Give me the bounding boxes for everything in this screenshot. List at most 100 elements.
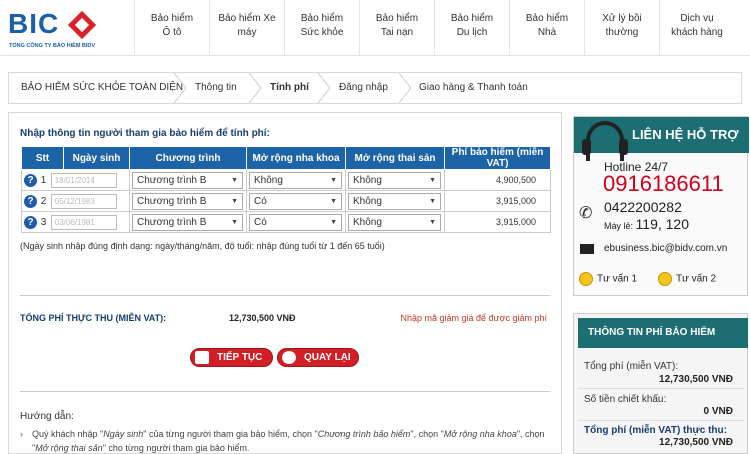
program-select[interactable]: Chương trình B ▼ (132, 192, 243, 210)
guide-part: " của từng người tham gia bảo hiểm, chọn… (143, 429, 318, 439)
table-row: ? 2 05/12/1983 Chương trình B ▼ Có ▼ Không ▼… (21, 190, 551, 212)
program-select-value: Chương trình B (137, 216, 207, 228)
dob-input[interactable]: 18/01/2014 (50, 172, 117, 188)
dental-cell: Có ▼ (246, 190, 346, 212)
dental-cell: Có ▼ (246, 211, 346, 233)
table-row: ? 3 03/06/1981 Chương trình B ▼ Có ▼ Không ▼… (21, 211, 551, 233)
program-select[interactable]: Chương trình B ▼ (132, 213, 243, 231)
nav-label: Bảo hiểm (450, 13, 494, 24)
discount-code-link[interactable]: Nhập mã giảm giá để được giảm phí (400, 313, 547, 323)
nav-label: máy (237, 27, 257, 38)
mail-icon (580, 244, 594, 254)
phone-number[interactable]: 0422200282 (604, 199, 682, 215)
main-nav: Bảo hiểm Ô tô Bảo hiểm Xe máy Bảo hiểm Sức … (134, 0, 734, 56)
guide-emphasis: Mở rộng thai sản (35, 443, 103, 453)
fee-info-title: THÔNG TIN PHÍ BẢO HIỂM (578, 318, 748, 348)
advisor-2-link[interactable]: Tư vấn 2 (658, 272, 716, 286)
dental-select[interactable]: Không ▼ (249, 171, 342, 189)
divider (578, 420, 744, 421)
maternity-cell: Không ▼ (345, 211, 445, 233)
maternity-cell: Không ▼ (345, 190, 445, 212)
nav-label: Du lịch (456, 27, 488, 38)
guide-part: Quý khách nhập " (32, 429, 104, 439)
nav-label: thường (605, 27, 639, 38)
nav-item-motorbike[interactable]: Bảo hiểm Xe máy (209, 0, 284, 56)
program-select[interactable]: Chương trình B ▼ (132, 171, 243, 189)
fee-total-label: Tổng phí (miễn VAT): (584, 361, 679, 372)
chevron-down-icon: ▼ (429, 176, 436, 184)
breadcrumb-separator-icon (398, 73, 412, 103)
help-icon[interactable]: ? (24, 215, 37, 229)
guide-emphasis: Mở rộng nha khoa (443, 429, 517, 439)
continue-button[interactable]: TIẾP TỤC (190, 348, 273, 367)
guide-text: › Quý khách nhập "Ngày sinh" của từng ng… (20, 427, 545, 454)
discount-amount-label: Số tiền chiết khấu: (584, 394, 667, 405)
dental-select[interactable]: Có ▼ (249, 192, 342, 210)
col-header-maternity: Mở rộng thai sản (345, 146, 445, 170)
support-email[interactable]: ebusiness.bic@bidv.com.vn (604, 243, 727, 254)
smiley-icon (579, 272, 593, 286)
dob-format-note: (Ngày sinh nhập đúng định dạng: ngày/thá… (20, 241, 385, 251)
support-panel: LIÊN HỆ HỖ TRỢ Hotline 24/7 0916186611 ✆… (573, 116, 749, 296)
maternity-select-value: Không (353, 216, 382, 228)
table-header-row: Stt Ngày sinh Chương trình Mở rộng nha k… (21, 146, 551, 170)
chevron-down-icon: ▼ (429, 197, 436, 205)
total-fee-value: 12,730,500 VNĐ (229, 313, 296, 323)
row-number: 1 (40, 174, 47, 186)
nav-item-home[interactable]: Bảo hiểm Nhà (509, 0, 584, 56)
maternity-select[interactable]: Không ▼ (348, 192, 441, 210)
dob-input[interactable]: 05/12/1983 (50, 193, 117, 209)
chevron-down-icon: ▼ (429, 218, 436, 226)
headset-icon (582, 121, 628, 161)
breadcrumb-step-calculate[interactable]: Tính phí (270, 73, 309, 103)
nav-label: khách hàng (671, 27, 723, 38)
nav-item-accident[interactable]: Bảo hiểm Tai nạn (359, 0, 434, 56)
divider (578, 388, 744, 389)
advisor-2-label: Tư vấn 2 (676, 273, 717, 285)
maternity-select-value: Không (353, 195, 382, 207)
breadcrumb-step-login[interactable]: Đăng nhập (339, 73, 388, 103)
nav-label: Nhà (537, 27, 557, 38)
back-button[interactable]: QUAY LẠI (277, 348, 359, 367)
dental-select[interactable]: Có ▼ (249, 213, 342, 231)
nav-item-customer-service[interactable]: Dịch vụ khách hàng (659, 0, 734, 56)
maternity-select-value: Không (353, 174, 382, 186)
row-id-cell: ? 1 18/01/2014 (21, 169, 130, 191)
hotline-number[interactable]: 0916186611 (603, 171, 724, 197)
extension-label: Máy lẻ: (604, 221, 634, 231)
help-icon[interactable]: ? (24, 173, 37, 187)
breadcrumb-step-delivery[interactable]: Giao hàng & Thanh toán (419, 73, 528, 103)
fee-cell: 4,900,500 (444, 169, 551, 191)
nav-item-claims[interactable]: Xử lý bồi thường (584, 0, 659, 56)
chevron-right-icon: › (20, 429, 23, 439)
fee-info-panel: THÔNG TIN PHÍ BẢO HIỂM Tổng phí (miễn VA… (573, 313, 748, 454)
nav-label: Bảo hiểm (525, 13, 569, 24)
maternity-cell: Không ▼ (345, 169, 445, 191)
guide-part: " cho từng người tham gia bảo hiểm. (102, 443, 250, 453)
dob-input[interactable]: 03/06/1981 (50, 214, 117, 230)
program-select-value: Chương trình B (137, 174, 207, 186)
breadcrumb-step-product[interactable]: BẢO HIỂM SỨC KHỎE TOÀN DIỆN (21, 73, 183, 103)
breadcrumb-step-info[interactable]: Thông tin (195, 73, 237, 103)
smiley-icon (658, 272, 672, 286)
help-icon[interactable]: ? (24, 194, 37, 208)
maternity-select[interactable]: Không ▼ (348, 213, 441, 231)
back-arrow-icon (282, 351, 296, 364)
nav-item-travel[interactable]: Bảo hiểm Du lịch (434, 0, 509, 56)
phone-icon: ✆ (579, 205, 593, 222)
row-id-cell: ? 2 05/12/1983 (21, 190, 130, 212)
row-id-cell: ? 3 03/06/1981 (21, 211, 130, 233)
fee-calculation-panel: Nhập thông tin người tham gia bảo hiểm đ… (8, 112, 562, 454)
advisor-1-link[interactable]: Tư vấn 1 (579, 272, 637, 286)
nav-label: Xử lý bồi (602, 13, 642, 24)
breadcrumb-separator-icon (173, 73, 187, 103)
maternity-select[interactable]: Không ▼ (348, 171, 441, 189)
bic-logo[interactable]: BIC TỔNG CÔNG TY BẢO HIỂM BIDV (6, 6, 116, 50)
nav-item-auto[interactable]: Bảo hiểm Ô tô (134, 0, 209, 56)
brand-name: BIC (8, 8, 60, 39)
nav-item-health[interactable]: Bảo hiểm Sức khỏe (284, 0, 359, 56)
diamond-logo-icon (67, 10, 97, 40)
participants-table: Stt Ngày sinh Chương trình Mở rộng nha k… (21, 146, 551, 233)
calculator-icon (195, 351, 209, 364)
breadcrumb-separator-icon (317, 73, 331, 103)
